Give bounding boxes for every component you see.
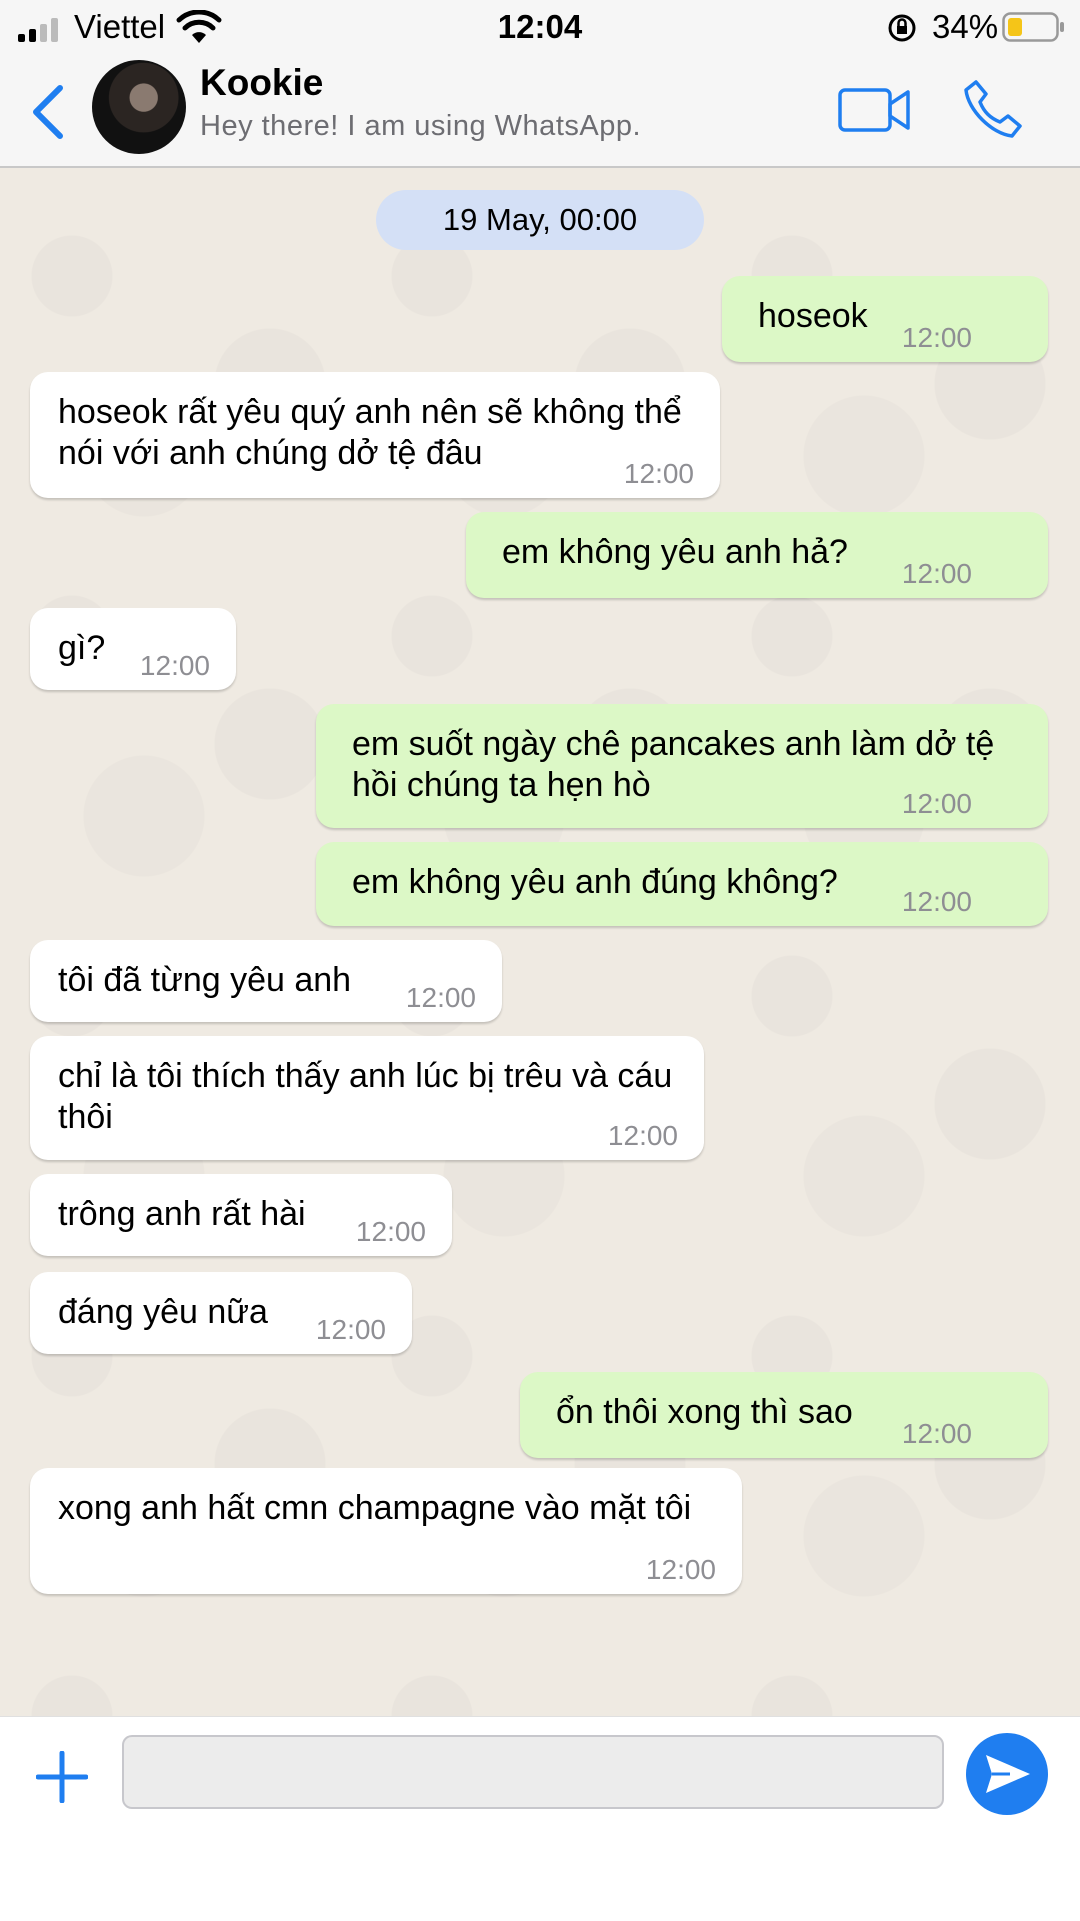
message-bubble-outgoing[interactable]: hoseok 12:00	[722, 276, 1048, 362]
message-text: xong anh hất cmn champagne vào mặt tôi	[58, 1489, 692, 1527]
contact-status[interactable]: Hey there! I am using WhatsApp.	[200, 110, 641, 143]
message-time: 12:00	[355, 1216, 426, 1247]
send-button[interactable]	[966, 1733, 1048, 1815]
contact-avatar[interactable]	[92, 60, 186, 154]
message-bubble-incoming[interactable]: trông anh rất hài 12:00	[30, 1174, 452, 1256]
status-bar: Viettel 12:04 34%	[0, 0, 1080, 58]
back-chevron-icon[interactable]	[28, 82, 68, 142]
message-time: 12:00	[645, 1554, 716, 1585]
chat-header: Kookie Hey there! I am using WhatsApp.	[0, 58, 1080, 168]
message-bubble-outgoing[interactable]: em không yêu anh đúng không? 12:00	[316, 842, 1048, 926]
chat-messages-area[interactable]: 19 May, 00:00 hoseok 12:00 hoseok rất yê…	[0, 168, 1080, 1716]
battery-percent: 34%	[932, 8, 999, 45]
message-bubble-outgoing[interactable]: em không yêu anh hả? 12:00	[466, 512, 1048, 598]
phone-call-icon[interactable]	[962, 78, 1024, 140]
plus-icon[interactable]	[36, 1751, 88, 1803]
message-text: hoseok	[758, 297, 868, 335]
message-time: 12:00	[901, 1418, 972, 1449]
message-time: 12:00	[315, 1314, 386, 1345]
send-icon	[986, 1755, 1030, 1793]
message-time: 12:00	[405, 982, 476, 1013]
message-input[interactable]	[122, 1735, 944, 1809]
video-call-icon[interactable]	[838, 84, 910, 136]
message-bubble-incoming[interactable]: hoseok rất yêu quý anh nên sẽ không thể …	[30, 372, 720, 498]
contact-name[interactable]: Kookie	[200, 62, 323, 104]
status-time: 12:04	[497, 8, 583, 45]
message-text: hoseok rất yêu quý anh nên sẽ không thể …	[58, 393, 682, 472]
message-bubble-incoming[interactable]: chỉ là tôi thích thấy anh lúc bị trêu và…	[30, 1036, 704, 1160]
rotation-lock-icon	[888, 14, 916, 42]
message-bubble-incoming[interactable]: xong anh hất cmn champagne vào mặt tôi 1…	[30, 1468, 742, 1594]
message-bubble-outgoing[interactable]: em suốt ngày chê pancakes anh làm dở tệ …	[316, 704, 1048, 828]
message-time: 12:00	[607, 1120, 678, 1151]
message-bubble-incoming[interactable]: tôi đã từng yêu anh 12:00	[30, 940, 502, 1022]
battery-icon	[1002, 12, 1064, 42]
message-bubble-outgoing[interactable]: ổn thôi xong thì sao 12:00	[520, 1372, 1048, 1458]
message-time: 12:00	[139, 650, 210, 681]
message-time: 12:00	[901, 886, 972, 917]
message-time: 12:00	[901, 322, 972, 353]
message-time: 12:00	[901, 558, 972, 589]
message-time: 12:00	[623, 458, 694, 489]
message-bubble-incoming[interactable]: đáng yêu nữa 12:00	[30, 1272, 412, 1354]
message-text: chỉ là tôi thích thấy anh lúc bị trêu và…	[58, 1057, 673, 1136]
message-bubble-incoming[interactable]: gì? 12:00	[30, 608, 236, 690]
message-time: 12:00	[901, 788, 972, 819]
message-composer	[0, 1716, 1080, 1921]
date-separator: 19 May, 00:00	[376, 190, 704, 250]
